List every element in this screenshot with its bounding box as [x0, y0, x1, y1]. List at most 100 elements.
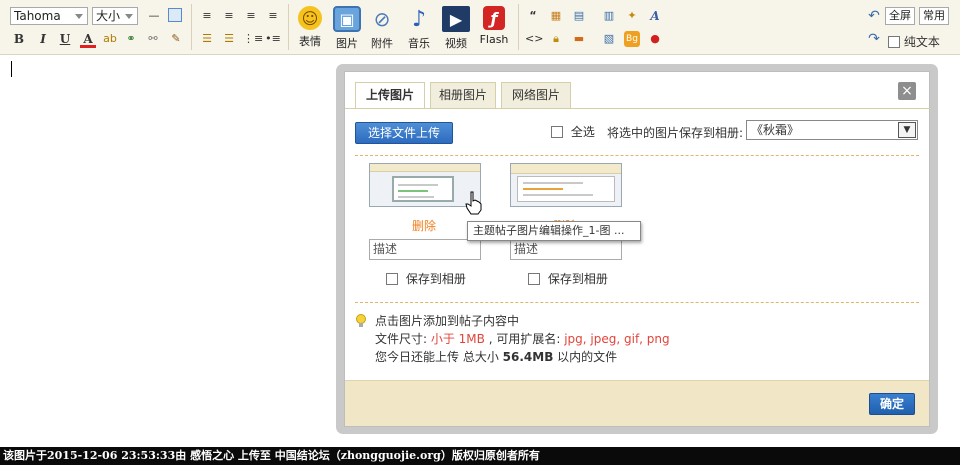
free-content-icon[interactable]: ▦: [548, 8, 564, 24]
font-style-icon[interactable]: A: [647, 8, 663, 24]
video-label: 视频: [445, 37, 467, 50]
music-label: 音乐: [408, 37, 430, 50]
hand-cursor-icon: [465, 191, 482, 215]
remove-link-icon[interactable]: ⚯: [145, 31, 161, 47]
uploaded-image-thumbnail[interactable]: [510, 163, 622, 207]
plain-text-checkbox[interactable]: [888, 36, 900, 48]
bold-icon[interactable]: B: [11, 31, 27, 47]
tab-album-image[interactable]: 相册图片: [430, 82, 496, 108]
music-button[interactable]: ♪ 音乐: [399, 6, 439, 51]
quota-prefix: 您今日还能上传 总大小: [375, 350, 503, 364]
common-button[interactable]: 常用: [919, 7, 949, 25]
flash-button[interactable]: ƒ Flash: [474, 6, 514, 46]
font-family-select[interactable]: Tahoma: [10, 7, 88, 25]
video-icon: ▶: [442, 6, 470, 32]
confirm-button[interactable]: 确定: [869, 393, 915, 415]
clear-format-icon[interactable]: ✎: [168, 31, 184, 47]
font-color-icon[interactable]: A: [80, 31, 96, 48]
underline-icon[interactable]: U: [57, 31, 73, 47]
index-icon[interactable]: ▥: [601, 8, 617, 24]
save-to-album-text: 保存到相册: [405, 272, 466, 286]
attachment-label: 附件: [371, 37, 393, 50]
ext-value: jpg, jpeg, gif, png: [564, 332, 670, 346]
editor-toolbar: Tahoma 大小 — B I U A ab ⚭ ⚯ ✎ ≡ ≡ ≡ ≡ ☰ ☰…: [0, 0, 960, 55]
quote-icon[interactable]: “: [525, 8, 541, 24]
tab-web-image[interactable]: 网络图片: [501, 82, 571, 108]
info-hint: 点击图片添加到帖子内容中: [375, 314, 520, 328]
indent-icon[interactable]: ☰: [199, 31, 215, 47]
size-value: 小于 1MB: [430, 332, 485, 346]
page-icon[interactable]: ▤: [571, 8, 587, 24]
background-icon[interactable]: Bg: [624, 31, 640, 47]
font-size-value: 大小: [96, 9, 121, 23]
delete-image-link[interactable]: 删除: [412, 217, 436, 234]
align-center-icon[interactable]: ≡: [221, 8, 237, 24]
select-all-checkbox[interactable]: [551, 126, 563, 138]
table-icon[interactable]: [168, 8, 182, 22]
italic-icon[interactable]: I: [35, 31, 51, 47]
fullscreen-button[interactable]: 全屏: [885, 7, 915, 25]
tab-upload-image[interactable]: 上传图片: [355, 82, 425, 109]
dashed-divider: [355, 302, 919, 303]
size-prefix: 文件尺寸:: [375, 332, 431, 346]
quota-suffix: 以内的文件: [553, 350, 618, 364]
flash-icon: ƒ: [483, 6, 505, 30]
flash-label: Flash: [479, 33, 509, 46]
chevron-down-icon: [75, 14, 83, 19]
info-file-size: 文件尺寸: 小于 1MB , 可用扩展名: jpg, jpeg, gif, pn…: [375, 330, 670, 349]
undo-icon[interactable]: ↶: [866, 8, 882, 24]
save-to-album-label: 将选中的图片保存到相册:: [607, 126, 744, 140]
music-icon: ♪: [411, 6, 427, 32]
magic-icon[interactable]: ✦: [624, 8, 640, 24]
toolbar-separator: [191, 4, 192, 50]
quota-value: 56.4MB: [502, 350, 554, 364]
close-icon[interactable]: ×: [898, 82, 916, 100]
font-family-value: Tahoma: [14, 9, 61, 23]
qq-icon[interactable]: ●: [647, 31, 663, 47]
lightbulb-icon: [356, 314, 366, 327]
download-icon[interactable]: ▬: [571, 31, 587, 47]
save-to-album-toggle[interactable]: 保存到相册: [528, 270, 608, 287]
unordered-list-icon[interactable]: •≡: [265, 31, 281, 47]
toolbar-separator: [288, 4, 289, 50]
highlight-icon[interactable]: ab: [102, 31, 118, 47]
hide-content-icon[interactable]: 🔒︎: [548, 31, 564, 47]
plain-text-label: 纯文本: [903, 35, 940, 49]
image-filename-tooltip: 主题帖子图片编辑操作_1-图 ...: [467, 221, 641, 241]
post-icon[interactable]: ▧: [601, 31, 617, 47]
save-to-album-checkbox[interactable]: [386, 273, 398, 285]
ordered-list-icon[interactable]: ⋮≡: [243, 31, 263, 47]
select-all-toggle[interactable]: 全选: [551, 123, 595, 140]
upload-watermark: 该图片于2015-12-06 23:53:33由 感悟之心 上传至 中国结论坛（…: [0, 447, 960, 465]
image-label: 图片: [336, 37, 358, 50]
align-left-icon[interactable]: ≡: [199, 8, 215, 24]
save-to-album-checkbox[interactable]: [528, 273, 540, 285]
emoji-label: 表情: [299, 35, 321, 48]
text-caret: [11, 61, 12, 77]
image-description-input[interactable]: 描述: [369, 239, 481, 260]
horizontal-rule-icon[interactable]: —: [146, 8, 162, 24]
code-icon[interactable]: <>: [525, 31, 543, 47]
image-button[interactable]: ▣ 图片: [327, 6, 367, 51]
ext-prefix: , 可用扩展名:: [484, 332, 565, 346]
align-right-icon[interactable]: ≡: [243, 8, 259, 24]
album-select[interactable]: 《秋霜》 ▼: [746, 120, 918, 140]
chevron-down-icon: ▼: [898, 122, 916, 138]
align-justify-icon[interactable]: ≡: [265, 8, 281, 24]
image-icon: ▣: [333, 6, 361, 32]
video-button[interactable]: ▶ 视频: [436, 6, 476, 51]
tab-divider: [345, 108, 931, 109]
emoji-button[interactable]: ☺ 表情: [290, 6, 330, 49]
outdent-icon[interactable]: ☰: [221, 31, 237, 47]
save-to-album-toggle[interactable]: 保存到相册: [386, 270, 466, 287]
image-description-input[interactable]: 描述: [510, 239, 622, 260]
redo-icon[interactable]: ↷: [866, 31, 882, 47]
font-size-select[interactable]: 大小: [92, 7, 138, 25]
save-to-album-text: 保存到相册: [547, 272, 608, 286]
insert-link-icon[interactable]: ⚭: [123, 31, 139, 47]
plain-text-toggle[interactable]: 纯文本: [888, 33, 940, 50]
chevron-down-icon: [125, 14, 133, 19]
select-file-upload-button[interactable]: 选择文件上传: [355, 122, 453, 144]
toolbar-separator: [518, 4, 519, 50]
attachment-button[interactable]: ⊘ 附件: [362, 6, 402, 51]
